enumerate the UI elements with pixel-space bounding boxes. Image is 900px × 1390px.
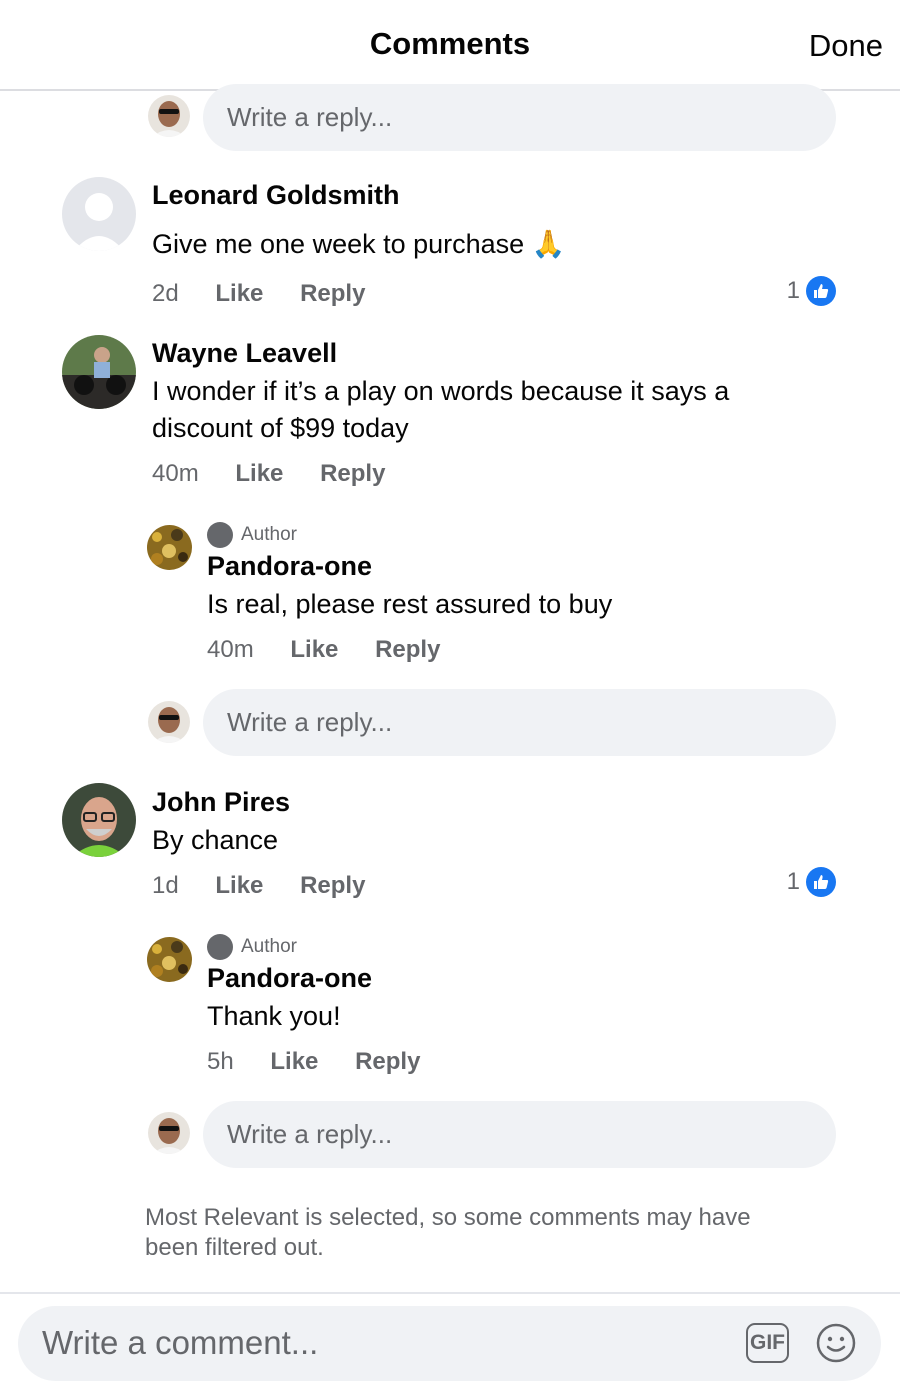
reaction-count-number: 1 [786,868,800,895]
comment-text: By chance [152,825,279,855]
filter-note: Most Relevant is selected, so some comme… [145,1204,751,1261]
reply-input[interactable]: Write a reply... [203,84,836,151]
done-button[interactable]: Done [809,28,883,64]
comment-composer-bar: Write a comment... GIF [0,1292,900,1390]
reply-input[interactable]: Write a reply... [203,1101,836,1168]
like-button[interactable]: Like [290,636,338,664]
author-badge-label: Author [241,936,297,957]
reply-input[interactable]: Write a reply... [203,689,836,756]
avatar [62,335,136,409]
reply-button[interactable]: Reply [300,872,365,900]
author-badge: Author [207,934,297,960]
reply-button[interactable]: Reply [300,280,365,308]
comment-author[interactable]: Wayne Leavell [152,338,337,369]
author-badge-label: Author [241,524,297,545]
current-user-avatar [148,701,190,743]
comment-author[interactable]: Leonard Goldsmith [152,180,400,211]
like-button[interactable]: Like [215,280,263,308]
comments-header: Comments Done [0,0,900,91]
comment-text: I wonder if it’s a play on words because… [152,376,730,443]
comment-text: Give me one week to purchase 🙏 [152,229,566,259]
avatar [147,937,192,982]
avatar [62,783,136,857]
comment-time: 40m [152,460,199,487]
reply-author[interactable]: Pandora-one [207,963,372,994]
comment-author[interactable]: John Pires [152,787,290,818]
comment-input[interactable]: Write a comment... GIF [18,1306,881,1381]
reply-button[interactable]: Reply [375,636,440,664]
reply-text: Thank you! [207,1001,341,1031]
avatar [147,525,192,570]
reaction-count-number: 1 [786,277,800,304]
comment-input-placeholder: Write a comment... [42,1324,319,1361]
comment-meta: 40m Like Reply [152,460,415,488]
reply-text: Is real, please rest assured to buy [207,589,613,619]
like-thumb-icon [806,276,836,306]
avatar [62,177,136,251]
reply-time: 40m [207,636,254,663]
comment-time: 1d [152,872,179,899]
reaction-count[interactable]: 1 [787,867,836,897]
reply-meta: 5h Like Reply [207,1048,450,1076]
emoji-icon[interactable] [815,1322,857,1364]
like-button[interactable]: Like [215,872,263,900]
comment-meta: 1d Like Reply [152,872,395,900]
like-button[interactable]: Like [235,460,283,488]
reaction-count[interactable]: 1 [787,276,836,306]
current-user-avatar [148,1112,190,1154]
reply-meta: 40m Like Reply [207,636,470,664]
page-title: Comments [369,26,531,61]
reply-author[interactable]: Pandora-one [207,551,372,582]
author-badge-icon [207,522,233,548]
reply-time: 5h [207,1048,234,1075]
like-button[interactable]: Like [270,1048,318,1076]
author-badge-icon [207,934,233,960]
current-user-avatar [148,95,190,137]
reply-button[interactable]: Reply [320,460,385,488]
reply-button[interactable]: Reply [355,1048,420,1076]
author-badge: Author [207,522,297,548]
gif-icon[interactable]: GIF [746,1323,789,1363]
like-thumb-icon [806,867,836,897]
comment-time: 2d [152,280,179,307]
comment-meta: 2d Like Reply [152,280,395,308]
